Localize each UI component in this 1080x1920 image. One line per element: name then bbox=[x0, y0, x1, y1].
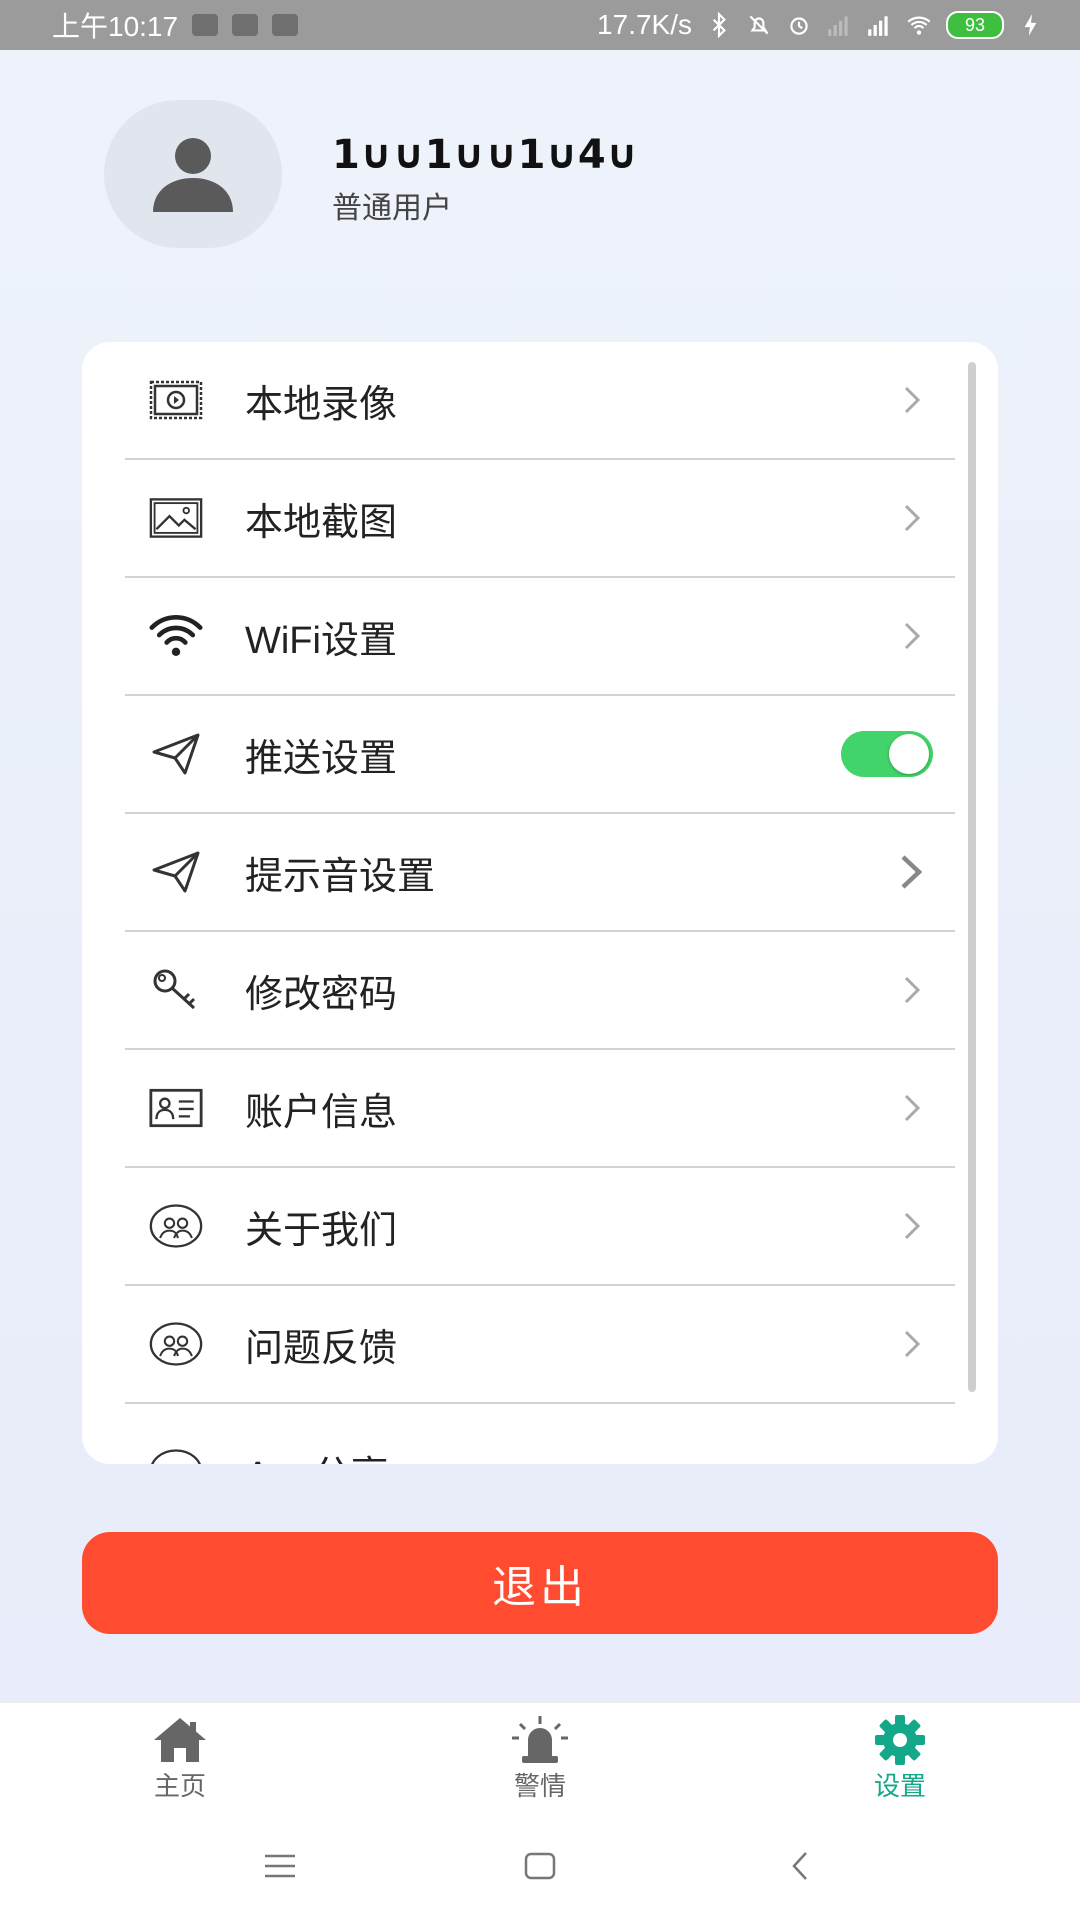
key-icon bbox=[149, 963, 203, 1017]
android-icon bbox=[232, 14, 259, 36]
share-icon bbox=[149, 1444, 203, 1464]
battery-indicator: 93 bbox=[946, 11, 1004, 39]
send-icon bbox=[149, 727, 203, 781]
android-icon-2 bbox=[272, 14, 299, 36]
group-icon bbox=[149, 1317, 203, 1371]
mute-bell-icon bbox=[749, 15, 769, 35]
siren-icon bbox=[512, 1715, 568, 1763]
signal-icon bbox=[828, 16, 848, 36]
nav-item-home[interactable]: 主页 bbox=[0, 1703, 360, 1813]
menu-item-local-video[interactable]: 本地录像 bbox=[125, 342, 955, 460]
chevron-right-icon bbox=[897, 1329, 927, 1359]
menu-item-about-us[interactable]: 关于我们 bbox=[125, 1168, 955, 1286]
status-right: 17.7K/s 93 bbox=[597, 9, 1044, 41]
menu-item-sound-settings[interactable]: 提示音设置 bbox=[125, 814, 955, 932]
group-icon bbox=[149, 1199, 203, 1253]
chevron-right-icon bbox=[897, 855, 927, 889]
notification-icon bbox=[192, 14, 219, 36]
settings-menu-card: 本地录像 本地截图 WiFi设置 推送设置 提示音设置 修改密码 账户信息 关于… bbox=[82, 342, 998, 1464]
charging-icon bbox=[1024, 14, 1037, 36]
nav-label: 设置 bbox=[873, 1770, 926, 1801]
menu-item-account-info[interactable]: 账户信息 bbox=[125, 1050, 955, 1168]
signal-icon-2 bbox=[868, 16, 888, 36]
menu-item-label: 本地录像 bbox=[245, 383, 398, 426]
chevron-right-icon bbox=[897, 621, 927, 651]
menu-item-label: 本地截图 bbox=[245, 501, 398, 544]
menu-item-label: 修改密码 bbox=[245, 973, 398, 1016]
bluetooth-icon bbox=[712, 12, 726, 38]
wifi-icon bbox=[149, 609, 203, 663]
id-card-icon bbox=[149, 1081, 203, 1135]
send-icon bbox=[149, 845, 203, 899]
status-bar: 上午10:17 17.7K/s 93 bbox=[0, 0, 1080, 50]
alarm-icon bbox=[790, 17, 808, 35]
network-speed: 17.7K/s bbox=[597, 9, 692, 40]
menu-item-push-settings[interactable]: 推送设置 bbox=[125, 696, 955, 814]
home-icon bbox=[154, 1717, 206, 1762]
menu-item-app-share[interactable]: App分享 bbox=[125, 1404, 955, 1464]
menu-item-feedback[interactable]: 问题反馈 bbox=[125, 1286, 955, 1404]
menu-item-label: WiFi设置 bbox=[245, 619, 397, 662]
scrollbar[interactable] bbox=[968, 362, 976, 1392]
chevron-right-icon bbox=[897, 503, 927, 533]
nav-label: 主页 bbox=[153, 1770, 206, 1801]
nav-item-alarm[interactable]: 警情 bbox=[360, 1703, 720, 1813]
status-left: 上午10:17 bbox=[52, 5, 299, 45]
status-time: 上午10:17 bbox=[52, 11, 179, 42]
menu-item-local-screenshot[interactable]: 本地截图 bbox=[125, 460, 955, 578]
menu-icon[interactable] bbox=[260, 1848, 300, 1884]
logout-button[interactable]: 退出 bbox=[82, 1532, 998, 1634]
menu-item-label: App分享 bbox=[245, 1444, 389, 1464]
toggle-knob bbox=[889, 734, 929, 774]
chevron-right-icon bbox=[897, 1093, 927, 1123]
nav-label: 警情 bbox=[513, 1770, 566, 1801]
user-silhouette-icon bbox=[153, 138, 233, 212]
chevron-right-icon bbox=[897, 1211, 927, 1241]
chevron-right-icon bbox=[897, 385, 927, 415]
wifi-status-icon bbox=[907, 16, 931, 35]
menu-item-wifi-settings[interactable]: WiFi设置 bbox=[125, 578, 955, 696]
user-role: 普通用户 bbox=[332, 191, 452, 226]
menu-item-change-password[interactable]: 修改密码 bbox=[125, 932, 955, 1050]
menu-item-label: 账户信息 bbox=[245, 1091, 398, 1134]
image-icon bbox=[149, 491, 203, 545]
nav-item-settings[interactable]: 设置 bbox=[720, 1703, 1080, 1813]
video-record-icon bbox=[149, 373, 203, 427]
bottom-nav: 主页 警情 设置 bbox=[0, 1702, 1080, 1813]
menu-item-label: 推送设置 bbox=[245, 737, 398, 780]
user-name: 1∪∪1∪∪1∪4∪ bbox=[332, 132, 639, 178]
menu-item-label: 关于我们 bbox=[245, 1209, 398, 1252]
gear-icon bbox=[875, 1714, 925, 1765]
push-toggle-switch[interactable] bbox=[841, 731, 933, 777]
chevron-right-icon bbox=[897, 975, 927, 1005]
back-icon[interactable] bbox=[780, 1848, 820, 1884]
menu-list: 本地录像 本地截图 WiFi设置 推送设置 提示音设置 修改密码 账户信息 关于… bbox=[125, 342, 955, 1464]
avatar[interactable] bbox=[104, 100, 282, 248]
menu-item-label: 提示音设置 bbox=[245, 855, 436, 898]
home-square-icon[interactable] bbox=[520, 1848, 560, 1884]
system-nav-bar bbox=[0, 1812, 1080, 1920]
menu-item-label: 问题反馈 bbox=[245, 1327, 398, 1370]
